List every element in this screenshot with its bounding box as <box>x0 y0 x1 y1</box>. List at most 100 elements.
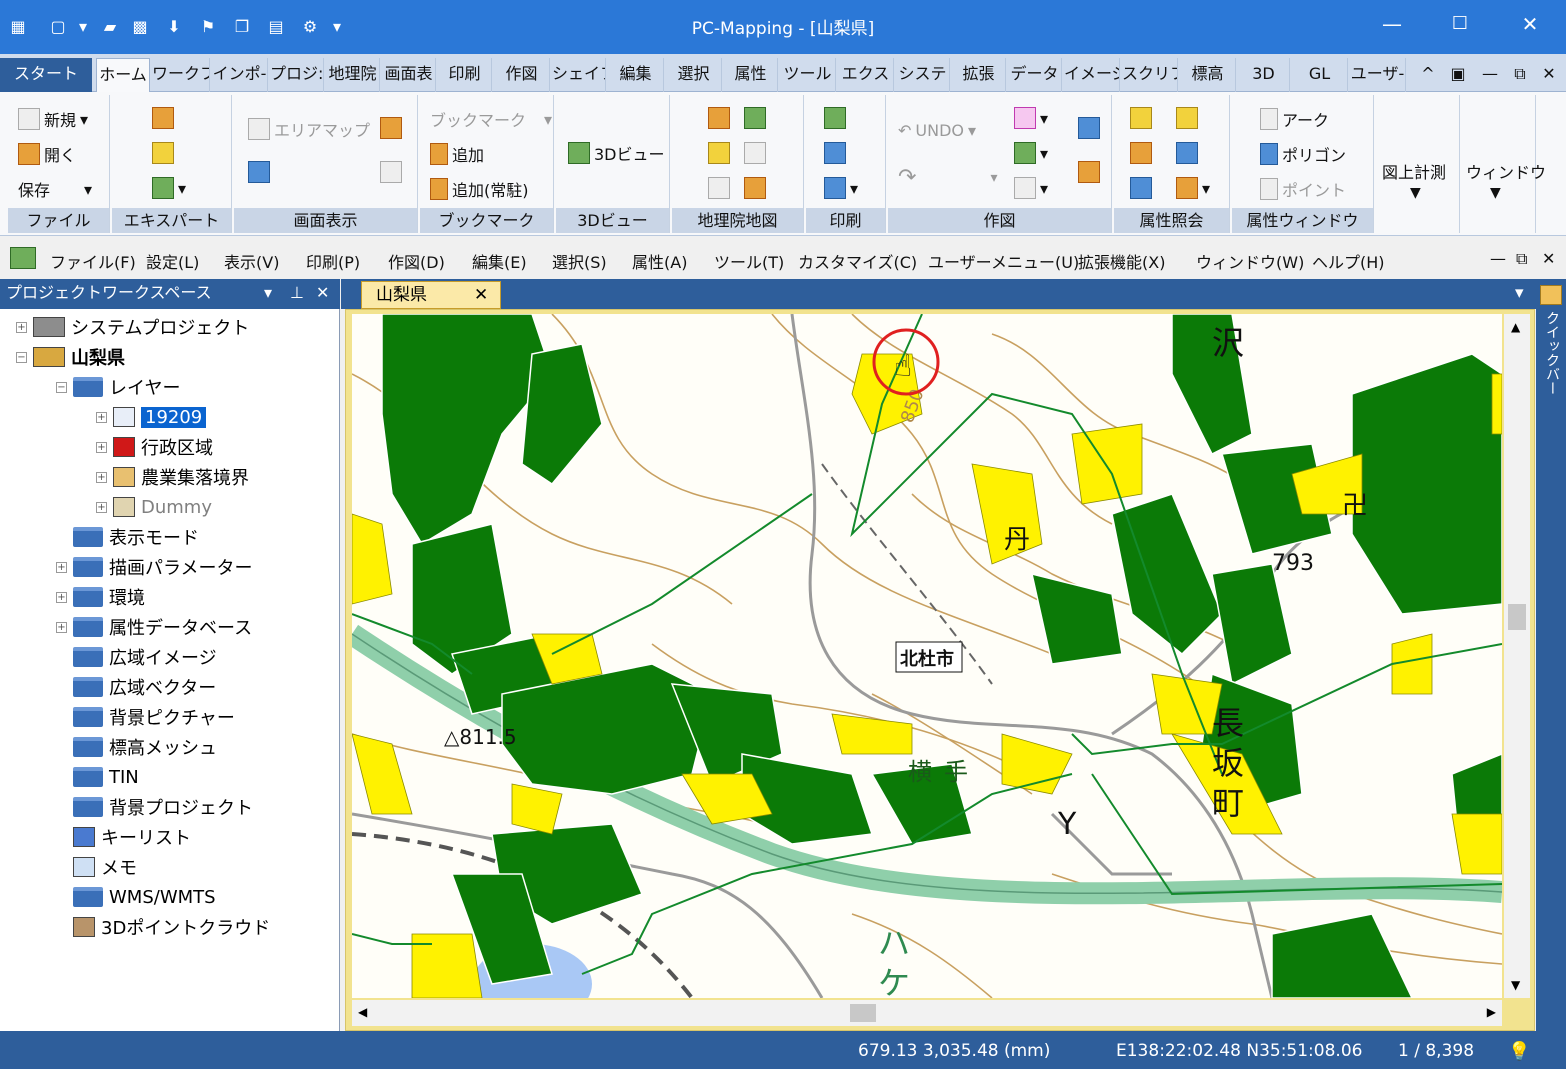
print-button-1[interactable] <box>824 107 846 129</box>
tree-expander-icon[interactable]: + <box>96 471 107 483</box>
point-button[interactable]: ポイント <box>1260 177 1346 201</box>
tab-yamanashi[interactable]: 山梨県 ✕ <box>361 281 501 309</box>
ribbon-tab-0[interactable]: スタート <box>0 58 92 92</box>
tree-expander-icon[interactable]: + <box>56 621 67 633</box>
ribbon-tab-12[interactable]: 属性 <box>724 58 778 92</box>
menu-item-1[interactable]: 設定(L) <box>146 249 199 273</box>
mdi-close-button[interactable]: ✕ <box>1542 249 1555 268</box>
screen-nav-button[interactable] <box>380 117 402 139</box>
mdi-restore-button[interactable]: ⧉ <box>1516 249 1527 269</box>
bookmark-dropdown[interactable]: ブックマーク ▾ <box>430 107 552 131</box>
ribbon-tab-7[interactable]: 印刷 <box>438 58 492 92</box>
group-measure[interactable]: 図上計測 ▼ <box>1376 95 1460 233</box>
tree-expander-icon[interactable]: − <box>56 381 67 393</box>
tree-item[interactable]: +標高メッシュ <box>56 734 217 760</box>
collapse-ribbon-button[interactable]: ^ <box>1416 58 1440 92</box>
scroll-right-icon[interactable]: ▶ <box>1487 1005 1496 1019</box>
close-button[interactable]: ✕ <box>1510 10 1550 40</box>
tree-item[interactable]: +広域イメージ <box>56 644 217 670</box>
ribbon-tab-1[interactable]: ホーム <box>96 58 150 92</box>
tree-expander-icon[interactable]: + <box>56 591 67 603</box>
menu-item-3[interactable]: 印刷(P) <box>306 249 360 273</box>
window-button[interactable]: ウィンドウ <box>1466 159 1546 183</box>
menu-item-13[interactable]: ヘルプ(H) <box>1312 249 1385 273</box>
menu-item-6[interactable]: 選択(S) <box>552 249 607 273</box>
quickbar-side-panel[interactable]: クイックバー <box>1536 279 1566 1031</box>
ribbon-tab-6[interactable]: 画面表 <box>382 58 436 92</box>
tree-item[interactable]: + 行政区域 <box>96 434 213 460</box>
menu-item-11[interactable]: 拡張機能(X) <box>1078 249 1165 273</box>
tree-item[interactable]: +WMS/WMTS <box>56 884 216 910</box>
horizontal-scrollbar[interactable]: ◀ ▶ <box>352 1000 1502 1026</box>
ribbon-minimize-button[interactable]: — <box>1478 58 1502 92</box>
save-button[interactable]: 保存 ▾ <box>18 177 92 201</box>
map-canvas[interactable]: 850 △811.5 793 沢 長 坂 町 ハ ケ 横 手 卍 丹 Y 北杜市… <box>352 314 1502 998</box>
draw-button-1[interactable]: ▾ <box>1014 107 1048 129</box>
attr-button-4[interactable] <box>1176 142 1198 164</box>
ribbon-tab-16[interactable]: 拡張 <box>952 58 1006 92</box>
attr-button-2[interactable] <box>1176 107 1198 129</box>
panel-dropdown-icon[interactable]: ▾ <box>264 279 272 307</box>
undo-button[interactable]: ↶ UNDO ▾ <box>898 121 976 140</box>
mdi-minimize-button[interactable]: — <box>1490 249 1506 268</box>
gsi-button-5[interactable] <box>708 177 730 199</box>
attr-button-3[interactable] <box>1130 142 1152 164</box>
horizontal-scroll-thumb[interactable] <box>850 1004 876 1022</box>
tree-item[interactable]: +19209 <box>96 404 207 430</box>
arc-button[interactable]: アーク <box>1260 107 1329 131</box>
ribbon-tab-5[interactable]: 地理院 <box>326 58 380 92</box>
tree-expander-icon[interactable]: + <box>96 411 107 423</box>
tree-item[interactable]: +3Dポイントクラウド <box>56 914 270 940</box>
lightbulb-icon[interactable]: 💡 <box>1508 1041 1530 1062</box>
expert-button-2[interactable] <box>152 142 174 164</box>
new-button[interactable]: 新規 ▾ <box>18 107 88 131</box>
tree-expander-icon[interactable]: − <box>16 351 27 363</box>
menu-item-2[interactable]: 表示(V) <box>224 249 279 273</box>
menu-item-10[interactable]: ユーザーメニュー(U) <box>928 249 1079 273</box>
menu-item-4[interactable]: 作図(D) <box>388 249 445 273</box>
eraser-button[interactable] <box>1078 117 1100 139</box>
ribbon-tab-4[interactable]: プロジ: <box>270 58 324 92</box>
polygon-button[interactable]: ポリゴン <box>1260 142 1346 166</box>
tree-item[interactable]: + システムプロジェクト <box>16 314 249 340</box>
expert-button-1[interactable] <box>152 107 174 129</box>
menu-item-8[interactable]: ツール(T) <box>714 249 784 273</box>
ribbon-restore-button[interactable]: ⧉ <box>1506 58 1534 92</box>
tree-item[interactable]: + 描画パラメーター <box>56 554 252 580</box>
ribbon-tab-18[interactable]: イメージ <box>1064 58 1120 92</box>
menu-item-7[interactable]: 属性(A) <box>632 249 687 273</box>
measure-button[interactable]: 図上計測 <box>1382 159 1446 183</box>
tree-item[interactable]: +背景プロジェクト <box>56 794 253 820</box>
ribbon-close-button[interactable]: ✕ <box>1536 58 1562 92</box>
tree-item[interactable]: +TIN <box>56 764 139 790</box>
scroll-down-icon[interactable]: ▼ <box>1511 978 1520 992</box>
tree-item[interactable]: +表示モード <box>56 524 199 550</box>
attr-button-6[interactable]: ▾ <box>1176 177 1210 199</box>
ribbon-tab-23[interactable]: ユーザ- <box>1350 58 1406 92</box>
ribbon-tab-9[interactable]: シェイフ <box>552 58 606 92</box>
open-button[interactable]: 開く <box>18 142 76 166</box>
gsi-button-3[interactable] <box>708 142 730 164</box>
tab-close-icon[interactable]: ✕ <box>474 282 488 308</box>
tree-item[interactable]: + 農業集落境界 <box>96 464 249 490</box>
tree-expander-icon[interactable]: + <box>16 321 27 333</box>
draw-button-3[interactable]: ▾ <box>1014 177 1048 199</box>
tree-item[interactable]: + 環境 <box>56 584 145 610</box>
add-bookmark-button[interactable]: 追加 <box>430 142 484 166</box>
ribbon-tab-15[interactable]: システ <box>896 58 950 92</box>
tree-item[interactable]: − レイヤー <box>56 374 180 400</box>
tree-expander-icon[interactable]: + <box>96 441 107 453</box>
ribbon-tab-13[interactable]: ツール <box>780 58 836 92</box>
attr-button-1[interactable] <box>1130 107 1152 129</box>
menu-item-9[interactable]: カスタマイズ(C) <box>798 249 917 273</box>
gsi-button-2[interactable] <box>744 107 766 129</box>
screen-nav-button-2[interactable] <box>380 161 402 183</box>
vertical-scrollbar[interactable]: ▲ ▼ <box>1504 314 1530 998</box>
tree-item[interactable]: +背景ピクチャー <box>56 704 235 730</box>
group-window[interactable]: ウィンドウ ▼ <box>1462 95 1546 233</box>
quickbar-icon[interactable] <box>1540 285 1562 305</box>
gsi-button-4[interactable] <box>744 142 766 164</box>
tree-expander-icon[interactable]: + <box>96 501 107 513</box>
add-resident-bookmark-button[interactable]: 追加(常駐) <box>430 177 529 201</box>
tree-expander-icon[interactable]: + <box>56 561 67 573</box>
